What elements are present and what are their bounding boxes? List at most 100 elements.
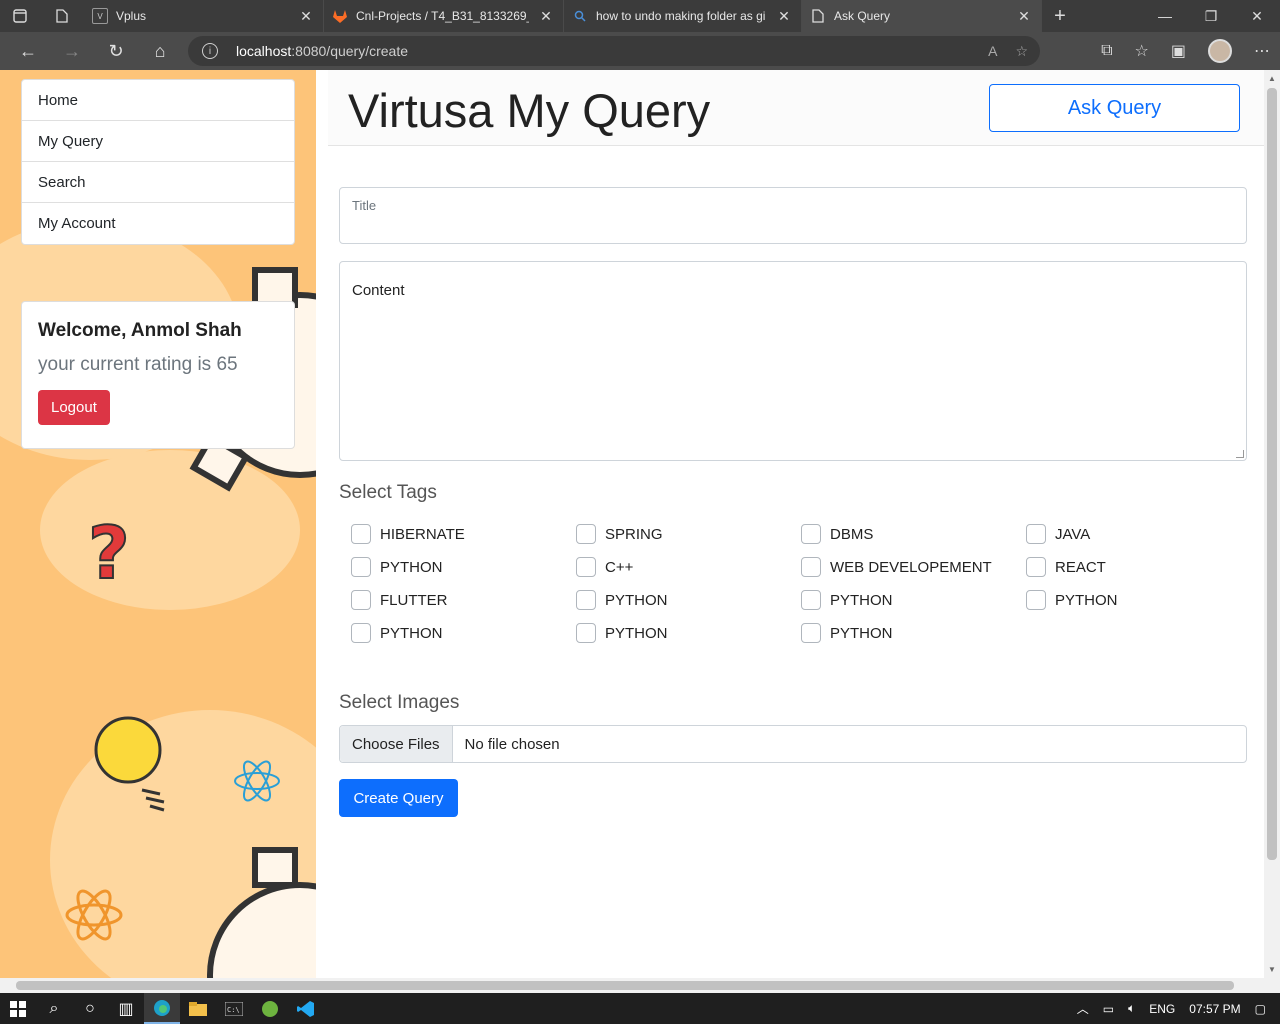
tag-option[interactable]: HIBERNATE: [351, 524, 576, 544]
tag-option[interactable]: PYTHON: [801, 623, 1026, 643]
gitlab-icon: [332, 8, 348, 24]
tag-option[interactable]: PYTHON: [351, 557, 576, 577]
minimize-icon[interactable]: —: [1142, 0, 1188, 32]
page-icon: [810, 8, 826, 24]
tag-option[interactable]: JAVA: [1026, 524, 1251, 544]
tag-checkbox[interactable]: [1026, 590, 1046, 610]
sidebar-background: ? Home My Query Search My Account Welcom…: [0, 70, 316, 978]
tab-vplus[interactable]: V Vplus ✕: [84, 0, 324, 32]
tag-option[interactable]: REACT: [1026, 557, 1251, 577]
terminal-icon[interactable]: C:\: [216, 993, 252, 1024]
logout-button[interactable]: Logout: [38, 390, 110, 425]
tab-gitlab[interactable]: Cnl-Projects / T4_B31_8133269_a ✕: [324, 0, 564, 32]
search-icon[interactable]: ⌕: [36, 993, 72, 1024]
clock[interactable]: 07:57 PM: [1189, 1002, 1240, 1016]
tag-option[interactable]: PYTHON: [1026, 590, 1251, 610]
vertical-scrollbar[interactable]: ▲ ▼: [1264, 70, 1280, 978]
tag-checkbox[interactable]: [801, 557, 821, 577]
scroll-thumb[interactable]: [16, 981, 1234, 990]
tag-option[interactable]: WEB DEVELOPEMENT: [801, 557, 1026, 577]
close-icon[interactable]: ✕: [537, 8, 555, 25]
create-query-button[interactable]: Create Query: [339, 779, 458, 817]
file-status: No file chosen: [464, 735, 560, 753]
tag-checkbox[interactable]: [801, 623, 821, 643]
tag-checkbox[interactable]: [351, 623, 371, 643]
url-input[interactable]: i localhost:8080/query/create A ☆: [188, 36, 1040, 66]
favorites-icon[interactable]: ☆: [1135, 41, 1149, 61]
tag-checkbox[interactable]: [576, 557, 596, 577]
language-indicator[interactable]: ENG: [1149, 1002, 1175, 1016]
new-tab-button[interactable]: +: [1042, 5, 1078, 28]
back-icon[interactable]: ←: [6, 32, 50, 70]
scroll-down-icon[interactable]: ▼: [1264, 965, 1280, 974]
tag-label: DBMS: [830, 525, 874, 543]
file-explorer-icon[interactable]: [180, 993, 216, 1024]
avatar[interactable]: [1208, 39, 1232, 63]
title-input[interactable]: Title: [339, 187, 1247, 244]
rating-text: your current rating is 65: [38, 354, 238, 375]
vscode-icon[interactable]: [288, 993, 324, 1024]
read-aloud-icon[interactable]: A: [988, 43, 997, 60]
vplus-icon: V: [92, 8, 108, 24]
tag-option[interactable]: SPRING: [576, 524, 801, 544]
close-window-icon[interactable]: ✕: [1234, 0, 1280, 32]
scroll-thumb[interactable]: [1267, 88, 1277, 860]
tab-ask-query[interactable]: Ask Query ✕: [802, 0, 1042, 32]
tag-option[interactable]: PYTHON: [351, 623, 576, 643]
network-icon[interactable]: ▭: [1103, 1002, 1114, 1016]
tag-checkbox[interactable]: [801, 524, 821, 544]
notification-icon[interactable]: ▢: [1255, 1002, 1266, 1016]
tag-option[interactable]: PYTHON: [801, 590, 1026, 610]
close-icon[interactable]: ✕: [297, 8, 315, 25]
choose-files-button[interactable]: Choose Files: [340, 726, 453, 762]
collections-icon[interactable]: ▣: [1171, 41, 1186, 61]
extensions-icon[interactable]: ⧉: [1101, 42, 1112, 60]
restore-icon[interactable]: ❐: [1188, 0, 1234, 32]
tag-checkbox[interactable]: [351, 524, 371, 544]
resize-handle[interactable]: [1236, 450, 1244, 458]
file-input[interactable]: Choose Files No file chosen: [339, 725, 1247, 763]
tag-checkbox[interactable]: [576, 524, 596, 544]
tag-checkbox[interactable]: [576, 590, 596, 610]
tag-option[interactable]: DBMS: [801, 524, 1026, 544]
tag-checkbox[interactable]: [1026, 557, 1046, 577]
system-tray: ︿ ▭ 🔈︎ ENG 07:57 PM ▢: [1077, 993, 1280, 1024]
windows-start-icon[interactable]: [0, 993, 36, 1024]
sidebar-item-search[interactable]: Search: [22, 162, 294, 203]
edge-icon[interactable]: [144, 993, 180, 1024]
sidebar-item-my-query[interactable]: My Query: [22, 121, 294, 162]
info-icon[interactable]: i: [202, 43, 218, 59]
spring-tool-icon[interactable]: [252, 993, 288, 1024]
tag-option[interactable]: C++: [576, 557, 801, 577]
sidebar-item-my-account[interactable]: My Account: [22, 203, 294, 244]
ask-query-button[interactable]: Ask Query: [989, 84, 1240, 132]
home-icon[interactable]: ⌂: [138, 32, 182, 70]
chevron-up-icon[interactable]: ︿: [1077, 1000, 1089, 1017]
volume-icon[interactable]: 🔈︎: [1128, 1001, 1135, 1016]
tag-option[interactable]: FLUTTER: [351, 590, 576, 610]
tag-label: PYTHON: [380, 624, 443, 642]
tag-option[interactable]: PYTHON: [576, 623, 801, 643]
tag-checkbox[interactable]: [351, 557, 371, 577]
cortana-icon[interactable]: ○: [72, 993, 108, 1024]
tab-search[interactable]: how to undo making folder as gi ✕: [564, 0, 802, 32]
tab-actions-icon[interactable]: [0, 0, 40, 32]
sidebar-item-home[interactable]: Home: [22, 80, 294, 121]
task-view-icon[interactable]: ▥: [108, 993, 144, 1024]
horizontal-scrollbar[interactable]: [0, 978, 1280, 993]
tag-checkbox[interactable]: [351, 590, 371, 610]
tag-checkbox[interactable]: [801, 590, 821, 610]
more-icon[interactable]: ⋯: [1254, 41, 1270, 61]
workspace-page-icon[interactable]: [40, 0, 84, 32]
favorite-add-icon[interactable]: ☆: [1015, 43, 1028, 60]
tag-checkbox[interactable]: [576, 623, 596, 643]
tag-option[interactable]: PYTHON: [576, 590, 801, 610]
close-icon[interactable]: ✕: [1015, 8, 1033, 25]
close-icon[interactable]: ✕: [775, 8, 793, 25]
refresh-icon[interactable]: ↻: [94, 32, 138, 70]
content-textarea[interactable]: Content: [339, 261, 1247, 461]
forward-icon[interactable]: →: [50, 32, 94, 70]
lightbulb-icon: [94, 716, 165, 812]
tag-checkbox[interactable]: [1026, 524, 1046, 544]
scroll-up-icon[interactable]: ▲: [1264, 74, 1280, 83]
